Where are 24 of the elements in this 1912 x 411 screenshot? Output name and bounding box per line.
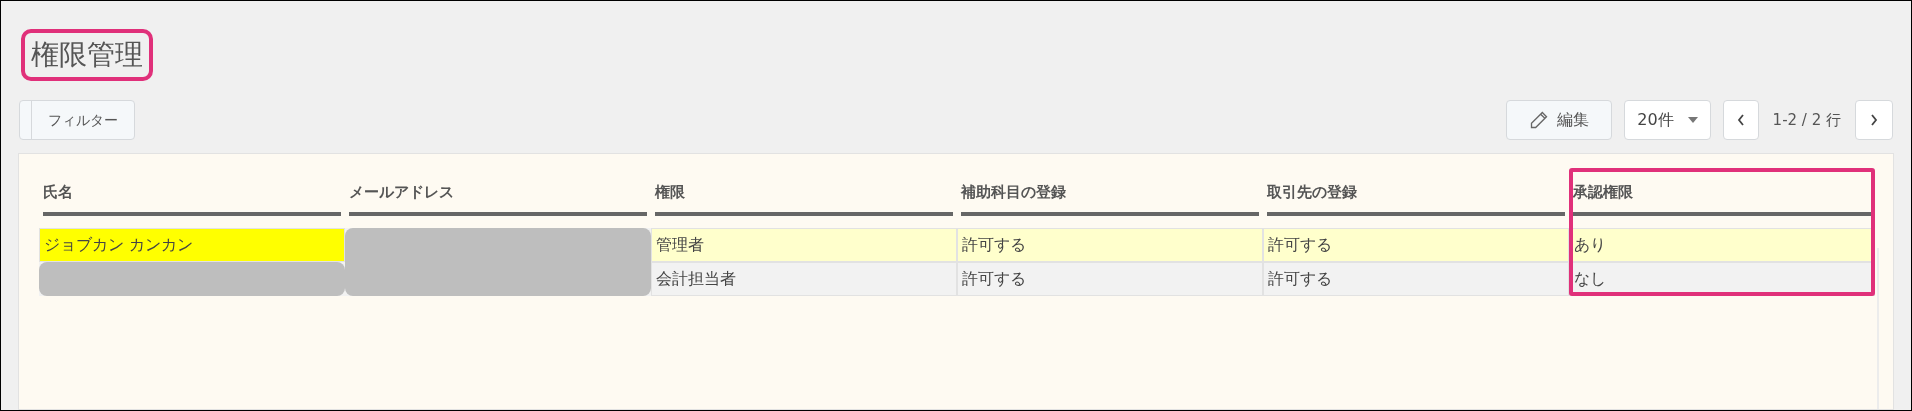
- table-cell: 許可する: [957, 228, 1263, 262]
- column-header: 氏名: [43, 181, 74, 203]
- table-cell: ジョブカン カンカン: [39, 228, 345, 262]
- next-page-button[interactable]: [1855, 100, 1893, 140]
- caret-icon: [1687, 117, 1698, 123]
- page-title: 権限管理: [31, 37, 143, 73]
- previous-page-button[interactable]: [1722, 100, 1759, 140]
- column-header: メールアドレス: [349, 181, 455, 203]
- table-cell: 許可する: [1263, 262, 1569, 296]
- column-header: 補助科目の登録: [961, 181, 1067, 203]
- column-header: 取引先の登録: [1267, 181, 1358, 203]
- pencil-icon: [1529, 110, 1550, 130]
- edit-button[interactable]: 編集: [1506, 100, 1613, 140]
- column-header: 権限: [655, 181, 686, 203]
- page-range: 1-2 / 2 行: [1771, 109, 1842, 131]
- table-cell: 管理者: [651, 228, 957, 262]
- table-cell: 会計担当者: [651, 262, 957, 296]
- table-cell: 許可する: [1263, 228, 1569, 262]
- chevron-right-icon: [1870, 114, 1878, 126]
- page-size-select[interactable]: 20件: [1624, 100, 1711, 140]
- filter-button[interactable]: フィルター: [19, 100, 135, 140]
- chevron-left-icon: [1736, 114, 1745, 126]
- table-cell: 許可する: [957, 262, 1263, 296]
- column-header: 承認権限: [1573, 181, 1634, 203]
